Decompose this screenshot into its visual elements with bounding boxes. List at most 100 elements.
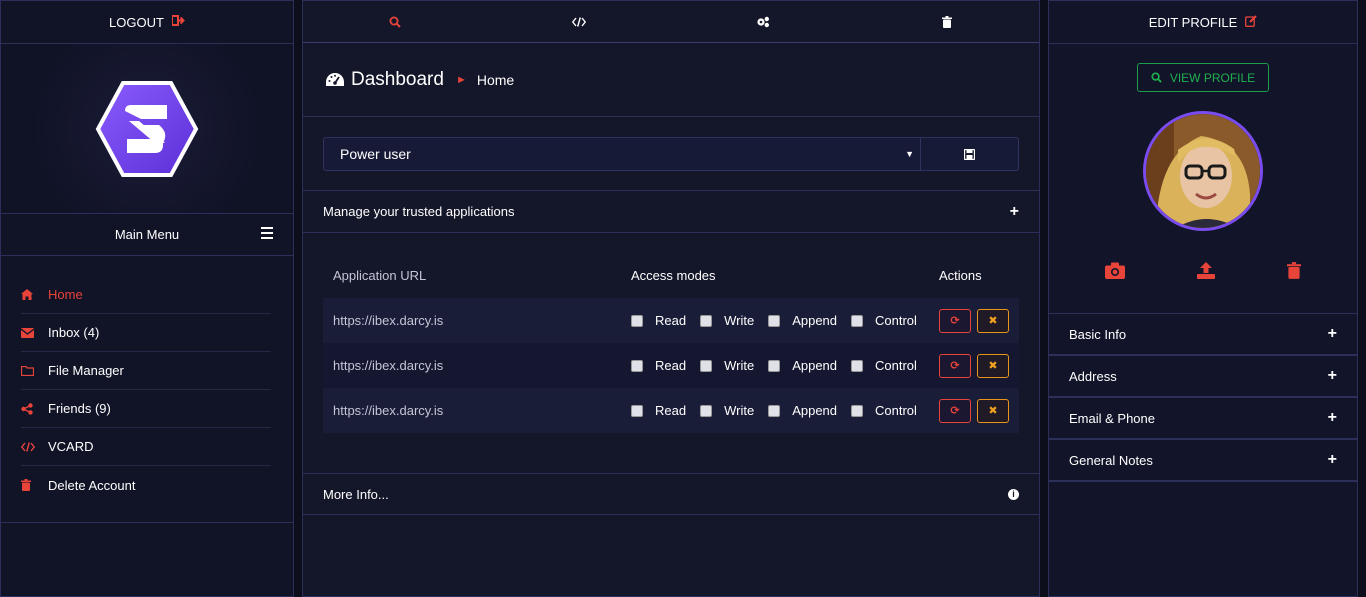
code-icon — [572, 16, 586, 27]
main-menu-header[interactable]: Main Menu — [1, 214, 293, 256]
view-profile-button[interactable]: VIEW PROFILE — [1137, 63, 1269, 92]
plus-icon[interactable]: + — [1328, 451, 1337, 469]
logout-button[interactable]: LOGOUT — [1, 1, 293, 44]
section-basic-info[interactable]: Basic Info + — [1049, 314, 1357, 356]
delete-photo-button[interactable] — [1287, 262, 1301, 284]
plus-icon[interactable]: + — [1010, 203, 1019, 221]
edit-profile-label: EDIT PROFILE — [1148, 14, 1238, 30]
trusted-apps-header[interactable]: Manage your trusted applications + — [303, 191, 1039, 233]
upload-button[interactable] — [1197, 262, 1215, 284]
read-checkbox[interactable] — [631, 404, 643, 417]
menu-item-label: VCARD — [48, 439, 94, 454]
section-general-notes[interactable]: General Notes + — [1049, 440, 1357, 482]
menu-item-vcard[interactable]: VCARD — [21, 428, 271, 466]
access-modes: Read Write Append Control — [631, 403, 939, 418]
caret-down-icon: ▼ — [905, 149, 914, 159]
avatar[interactable] — [1143, 111, 1263, 231]
hamburger-icon[interactable] — [261, 227, 273, 242]
settings-button[interactable] — [671, 16, 855, 28]
refresh-button[interactable]: ⟳ — [939, 308, 971, 333]
profile-sidebar: EDIT PROFILE VIEW PROFILE Basic Info + A… — [1048, 0, 1358, 597]
view-profile-label: VIEW PROFILE — [1169, 70, 1256, 85]
write-checkbox[interactable] — [700, 404, 713, 417]
write-checkbox[interactable] — [700, 359, 713, 372]
append-checkbox[interactable] — [768, 314, 781, 327]
menu-item-delete-account[interactable]: Delete Account — [21, 466, 271, 504]
divider — [1, 522, 293, 523]
mode-label: Append — [792, 403, 838, 418]
menu-item-label: Inbox (4) — [48, 325, 100, 340]
search-button[interactable] — [303, 16, 487, 28]
menu-item-friends[interactable]: Friends (9) — [21, 390, 271, 428]
read-checkbox[interactable] — [631, 359, 643, 372]
edit-icon — [1245, 14, 1258, 30]
logout-label: LOGOUT — [109, 14, 164, 30]
envelope-icon — [21, 327, 48, 338]
breadcrumb-arrow-icon: ► — [455, 73, 467, 86]
folder-icon — [21, 365, 48, 376]
logo-icon — [95, 80, 199, 177]
row-actions: ⟳ ✖ — [939, 308, 1009, 333]
mode-label: Read — [655, 313, 687, 328]
logo-area — [1, 44, 293, 214]
mode-label: Control — [875, 313, 917, 328]
menu-item-file-manager[interactable]: File Manager — [21, 352, 271, 390]
menu-item-label: File Manager — [48, 363, 124, 378]
trusted-apps-title: Manage your trusted applications — [323, 204, 515, 219]
plus-icon[interactable]: + — [1328, 325, 1337, 343]
menu-item-home[interactable]: Home — [21, 276, 271, 314]
save-button[interactable] — [921, 137, 1019, 171]
role-select-value: Power user — [340, 146, 411, 162]
main-content: Dashboard ► Home Power user ▼ Manage you… — [302, 0, 1040, 597]
remove-button[interactable]: ✖ — [977, 353, 1009, 378]
info-icon[interactable]: i — [1008, 488, 1019, 500]
breadcrumb-home[interactable]: Home — [477, 72, 514, 88]
refresh-button[interactable]: ⟳ — [939, 353, 971, 378]
refresh-button[interactable]: ⟳ — [939, 398, 971, 423]
trusted-apps-table: Application URL Access modes Actions htt… — [303, 233, 1039, 473]
more-info-label: More Info... — [323, 486, 389, 502]
table-header: Application URL Access modes Actions — [323, 253, 1019, 298]
code-button[interactable] — [487, 16, 671, 27]
code-icon — [21, 441, 48, 452]
write-checkbox[interactable] — [700, 314, 713, 327]
search-icon — [389, 16, 401, 28]
breadcrumb: Dashboard ► Home — [303, 43, 1039, 117]
section-label: Email & Phone — [1069, 410, 1155, 426]
trash-button[interactable] — [855, 15, 1039, 28]
menu-item-label: Delete Account — [48, 477, 136, 493]
role-select[interactable]: Power user ▼ — [323, 137, 921, 171]
append-checkbox[interactable] — [768, 359, 781, 372]
remove-button[interactable]: ✖ — [977, 308, 1009, 333]
table-row: https://ibex.darcy.is Read Write Append … — [323, 388, 1019, 433]
remove-button[interactable]: ✖ — [977, 398, 1009, 423]
section-label: Basic Info — [1069, 326, 1127, 342]
mode-label: Write — [724, 313, 755, 328]
menu-item-inbox[interactable]: Inbox (4) — [21, 314, 271, 352]
append-checkbox[interactable] — [768, 404, 781, 417]
plus-icon[interactable]: + — [1328, 409, 1337, 427]
camera-button[interactable] — [1105, 262, 1125, 284]
header-url: Application URL — [333, 268, 427, 283]
section-email-phone[interactable]: Email & Phone + — [1049, 398, 1357, 440]
edit-profile-button[interactable]: EDIT PROFILE — [1049, 1, 1357, 44]
read-checkbox[interactable] — [631, 314, 643, 327]
trash-icon — [942, 15, 952, 28]
plus-icon[interactable]: + — [1328, 367, 1337, 385]
profile-sections: Basic Info + Address + Email & Phone + G… — [1049, 314, 1357, 482]
search-icon — [1151, 72, 1162, 83]
control-checkbox[interactable] — [851, 404, 864, 417]
app-url: https://ibex.darcy.is — [333, 403, 444, 418]
section-address[interactable]: Address + — [1049, 356, 1357, 398]
upload-icon — [1197, 262, 1215, 279]
more-info-header[interactable]: More Info... i — [303, 473, 1039, 515]
control-checkbox[interactable] — [851, 359, 864, 372]
refresh-icon: ⟳ — [950, 315, 960, 327]
control-checkbox[interactable] — [851, 314, 864, 327]
dashboard-icon — [326, 72, 344, 86]
menu-item-label: Home — [48, 287, 83, 302]
save-icon — [964, 148, 975, 160]
main-menu: Home Inbox (4) File Manager Friends (9) … — [1, 256, 293, 504]
mode-label: Read — [655, 403, 687, 418]
trash-icon — [21, 479, 48, 491]
